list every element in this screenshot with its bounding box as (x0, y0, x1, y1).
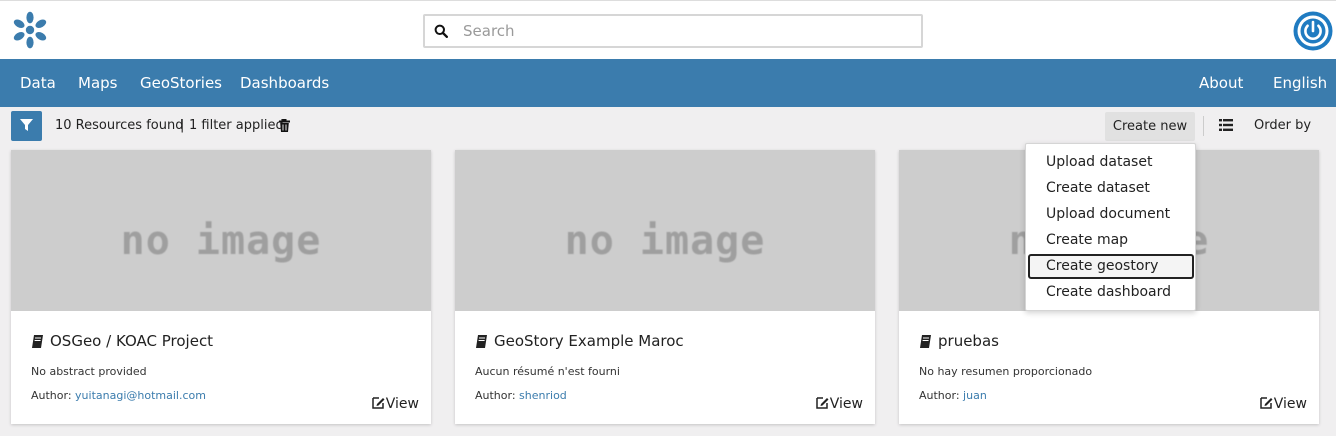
toolbar-divider (1203, 116, 1204, 136)
search-box[interactable] (423, 14, 923, 48)
card-title[interactable]: GeoStory Example Maroc (494, 332, 684, 350)
card-author-link[interactable]: yuitanagi@hotmail.com (75, 389, 206, 402)
resources-count: 10 Resources found (55, 118, 184, 133)
card-abstract: No hay resumen proporcionado (919, 365, 1093, 378)
card-author-row: Author: juan (919, 389, 987, 402)
list-view-icon[interactable] (1219, 119, 1233, 131)
author-label: Author: (31, 389, 72, 402)
nav-maps[interactable]: Maps (78, 74, 117, 92)
edit-icon (372, 397, 385, 409)
search-icon (434, 24, 448, 38)
book-icon (920, 335, 931, 348)
view-button[interactable]: View (1260, 396, 1307, 412)
card-thumbnail[interactable]: no image (455, 150, 875, 311)
geonode-logo-icon[interactable] (10, 10, 50, 50)
menu-item-upload-dataset[interactable]: Upload dataset (1028, 150, 1194, 175)
filter-icon (20, 119, 33, 131)
view-button[interactable]: View (372, 396, 419, 412)
card-thumbnail[interactable]: no image (11, 150, 431, 311)
book-icon (32, 335, 43, 348)
trash-icon[interactable] (279, 119, 290, 132)
author-label: Author: (919, 389, 960, 402)
filter-button[interactable] (11, 111, 42, 141)
resource-card[interactable]: no image GeoStory Example Maroc Aucun ré… (455, 150, 875, 424)
view-label: View (829, 396, 863, 412)
toolbar-separator: | (180, 118, 185, 133)
menu-item-upload-document[interactable]: Upload document (1028, 202, 1194, 227)
filters-applied: 1 filter applied (189, 118, 284, 133)
view-button[interactable]: View (816, 396, 863, 412)
card-title[interactable]: OSGeo / KOAC Project (50, 332, 213, 350)
menu-item-create-geostory[interactable]: Create geostory (1028, 254, 1194, 279)
create-new-menu: Upload dataset Create dataset Upload doc… (1025, 143, 1196, 311)
book-icon (476, 335, 487, 348)
card-author-link[interactable]: juan (963, 389, 987, 402)
card-author-link[interactable]: shenriod (519, 389, 567, 402)
view-label: View (1273, 396, 1307, 412)
menu-item-create-dataset[interactable]: Create dataset (1028, 176, 1194, 201)
power-icon[interactable] (1293, 11, 1333, 51)
no-image-text: no image (564, 218, 766, 264)
nav-dashboards[interactable]: Dashboards (240, 74, 329, 92)
create-new-button[interactable]: Create new (1105, 112, 1195, 141)
main-navbar: Data Maps GeoStories Dashboards About En… (0, 59, 1336, 107)
view-label: View (385, 396, 419, 412)
card-title[interactable]: pruebas (938, 332, 999, 350)
no-image-text: no image (120, 218, 322, 264)
menu-item-create-map[interactable]: Create map (1028, 228, 1194, 253)
card-abstract: Aucun résumé n'est fourni (475, 365, 620, 378)
edit-icon (816, 397, 829, 409)
nav-about[interactable]: About (1199, 74, 1243, 92)
nav-language[interactable]: English (1273, 74, 1327, 92)
nav-data[interactable]: Data (20, 74, 56, 92)
card-author-row: Author: yuitanagi@hotmail.com (31, 389, 206, 402)
author-label: Author: (475, 389, 516, 402)
resource-card[interactable]: no image OSGeo / KOAC Project No abstrac… (11, 150, 431, 424)
order-by-button[interactable]: Order by (1254, 118, 1311, 133)
top-bar (0, 0, 1336, 59)
card-author-row: Author: shenriod (475, 389, 567, 402)
card-abstract: No abstract provided (31, 365, 147, 378)
menu-item-create-dashboard[interactable]: Create dashboard (1028, 280, 1194, 305)
nav-geostories[interactable]: GeoStories (140, 74, 222, 92)
edit-icon (1260, 397, 1273, 409)
search-input[interactable] (463, 19, 903, 43)
